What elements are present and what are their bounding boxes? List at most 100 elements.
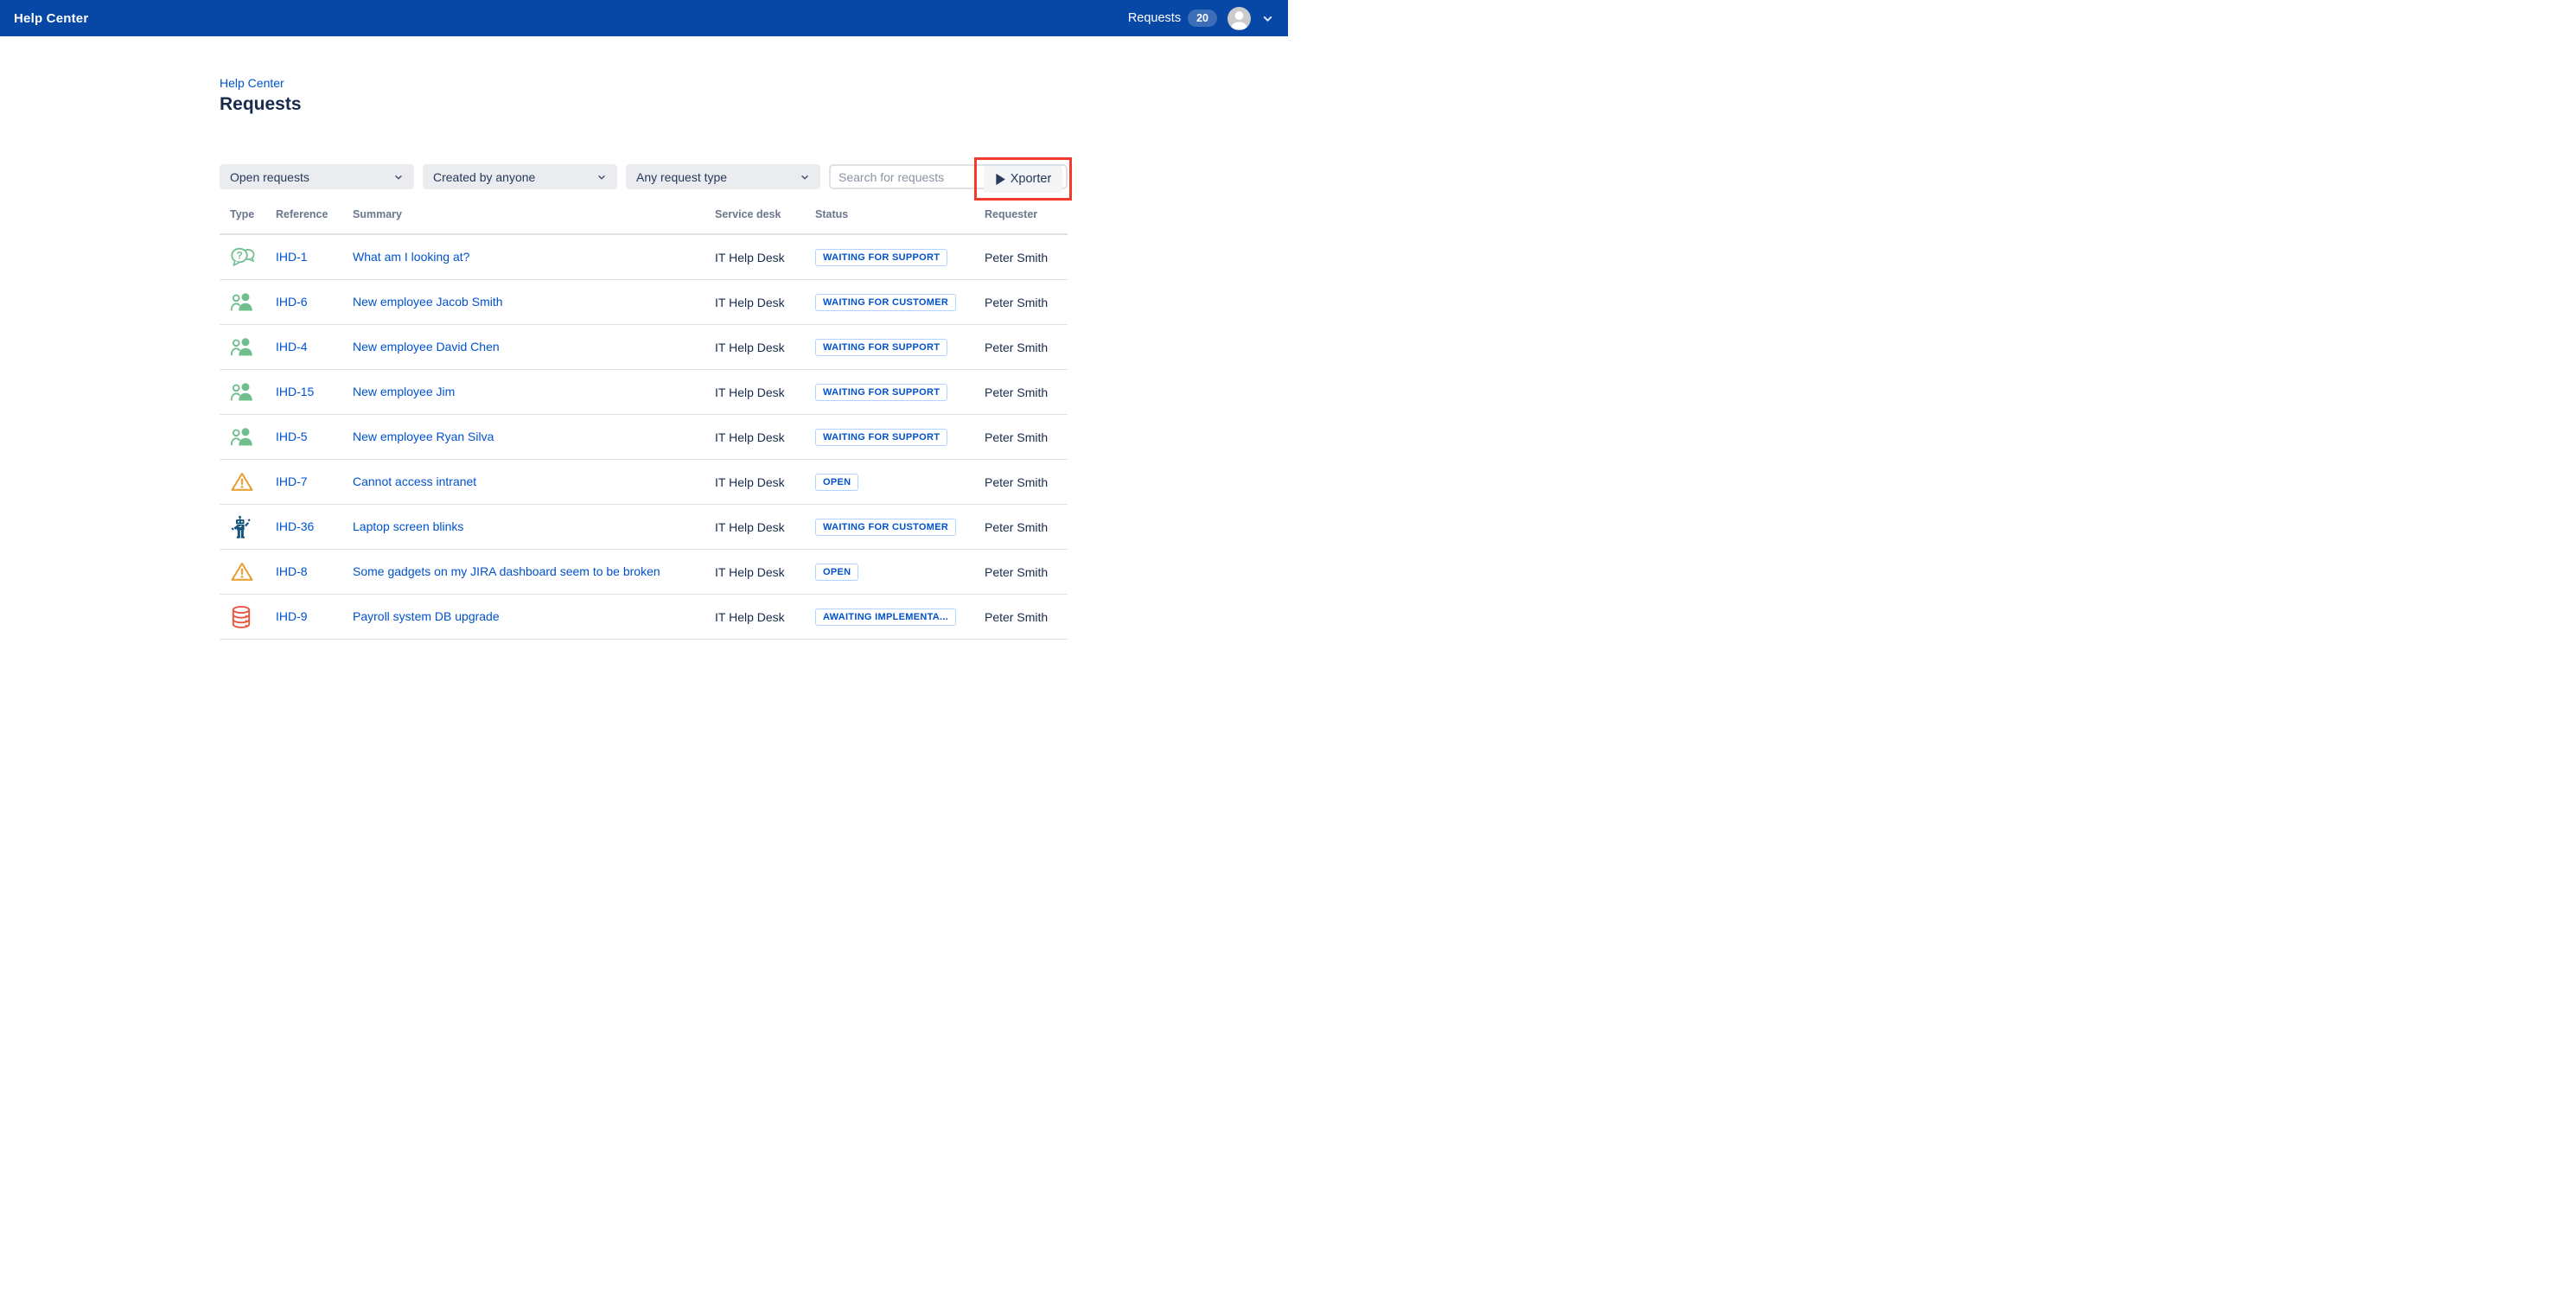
filter-bar: Open requests Created by anyone Any requ… xyxy=(220,164,1068,189)
table-row: IHD-7 Cannot access intranet IT Help Des… xyxy=(220,460,1068,505)
request-summary-link[interactable]: New employee Jacob Smith xyxy=(353,295,503,309)
help-center-home-link[interactable]: Help Center xyxy=(14,11,88,26)
column-header-service-desk: Service desk xyxy=(715,208,815,220)
profile-menu-chevron[interactable] xyxy=(1261,12,1274,25)
table-body: ? IHD-1 What am I looking at? IT Help De… xyxy=(220,235,1068,640)
status-badge: OPEN xyxy=(815,474,858,491)
creator-filter-value: Created by anyone xyxy=(433,170,535,184)
chevron-down-icon xyxy=(393,172,404,182)
status-badge: WAITING FOR CUSTOMER xyxy=(815,294,956,311)
table-header-row: Type Reference Summary Service desk Stat… xyxy=(220,207,1068,235)
service-desk-cell: IT Help Desk xyxy=(715,520,815,534)
request-summary-link[interactable]: Cannot access intranet xyxy=(353,475,476,488)
table-row: IHD-5 New employee Ryan Silva IT Help De… xyxy=(220,415,1068,460)
requester-cell: Peter Smith xyxy=(985,565,1068,579)
status-filter-dropdown[interactable]: Open requests xyxy=(220,164,414,189)
request-summary-link[interactable]: New employee David Chen xyxy=(353,340,500,354)
request-summary-link[interactable]: Some gadgets on my JIRA dashboard seem t… xyxy=(353,564,660,578)
service-desk-cell: IT Help Desk xyxy=(715,385,815,399)
status-filter-value: Open requests xyxy=(230,170,309,184)
table-row: IHD-8 Some gadgets on my JIRA dashboard … xyxy=(220,550,1068,595)
service-desk-cell: IT Help Desk xyxy=(715,430,815,444)
chevron-down-icon xyxy=(800,172,810,182)
request-type-icon-cell xyxy=(230,381,276,403)
robot-icon xyxy=(230,515,252,539)
request-reference-link[interactable]: IHD-1 xyxy=(276,250,308,264)
requests-count-badge: 20 xyxy=(1188,10,1217,27)
requests-menu-button[interactable]: Requests 20 xyxy=(1128,10,1217,27)
request-reference-link[interactable]: IHD-7 xyxy=(276,475,308,488)
requester-cell: Peter Smith xyxy=(985,385,1068,399)
column-header-reference: Reference xyxy=(276,208,353,220)
database-icon xyxy=(230,605,252,629)
request-type-filter-value: Any request type xyxy=(636,170,727,184)
chevron-down-icon xyxy=(1261,12,1274,25)
request-type-icon-cell xyxy=(230,291,276,313)
request-type-icon-cell xyxy=(230,561,276,583)
status-badge: AWAITING IMPLEMENTA... xyxy=(815,608,956,626)
svg-text:?: ? xyxy=(236,249,242,261)
breadcrumb-help-center-link[interactable]: Help Center xyxy=(220,76,284,90)
status-badge: WAITING FOR SUPPORT xyxy=(815,429,947,446)
column-header-requester: Requester xyxy=(985,208,1068,220)
request-reference-link[interactable]: IHD-8 xyxy=(276,564,308,578)
request-type-icon-cell xyxy=(230,426,276,448)
request-summary-link[interactable]: New employee Jim xyxy=(353,385,455,398)
topbar-right: Requests 20 xyxy=(1128,7,1274,30)
request-reference-link[interactable]: IHD-36 xyxy=(276,519,314,533)
request-type-icon-cell: ? xyxy=(230,246,276,269)
request-reference-link[interactable]: IHD-9 xyxy=(276,609,308,623)
service-desk-cell: IT Help Desk xyxy=(715,610,815,624)
xporter-button-label: Xporter xyxy=(1011,172,1052,186)
requester-cell: Peter Smith xyxy=(985,251,1068,264)
request-summary-link[interactable]: What am I looking at? xyxy=(353,250,469,264)
service-desk-cell: IT Help Desk xyxy=(715,296,815,309)
request-summary-link[interactable]: Payroll system DB upgrade xyxy=(353,609,500,623)
requester-cell: Peter Smith xyxy=(985,341,1068,354)
table-row: IHD-4 New employee David Chen IT Help De… xyxy=(220,325,1068,370)
page-title: Requests xyxy=(220,94,1068,115)
column-header-type: Type xyxy=(230,208,276,220)
new-employee-icon xyxy=(230,426,254,448)
table-row: IHD-6 New employee Jacob Smith IT Help D… xyxy=(220,280,1068,325)
service-desk-cell: IT Help Desk xyxy=(715,565,815,579)
requests-table: Type Reference Summary Service desk Stat… xyxy=(220,207,1068,640)
requests-label: Requests xyxy=(1128,11,1181,25)
user-avatar[interactable] xyxy=(1227,7,1251,30)
column-header-status: Status xyxy=(815,208,985,220)
status-badge: WAITING FOR SUPPORT xyxy=(815,249,947,266)
creator-filter-dropdown[interactable]: Created by anyone xyxy=(423,164,617,189)
request-type-icon-cell xyxy=(230,471,276,493)
question-icon: ? xyxy=(230,246,256,269)
service-desk-cell: IT Help Desk xyxy=(715,475,815,489)
requester-cell: Peter Smith xyxy=(985,520,1068,534)
requester-cell: Peter Smith xyxy=(985,475,1068,489)
new-employee-icon xyxy=(230,381,254,403)
requester-cell: Peter Smith xyxy=(985,610,1068,624)
annotation-highlight-box: Xporter xyxy=(974,157,1072,201)
play-icon xyxy=(995,173,1006,186)
request-reference-link[interactable]: IHD-6 xyxy=(276,295,308,309)
request-summary-link[interactable]: New employee Ryan Silva xyxy=(353,430,494,443)
request-type-icon-cell xyxy=(230,605,276,629)
request-type-icon-cell xyxy=(230,336,276,358)
request-reference-link[interactable]: IHD-5 xyxy=(276,430,308,443)
request-summary-link[interactable]: Laptop screen blinks xyxy=(353,519,463,533)
requester-cell: Peter Smith xyxy=(985,296,1068,309)
status-badge: WAITING FOR SUPPORT xyxy=(815,384,947,401)
person-icon xyxy=(1227,7,1251,30)
requester-cell: Peter Smith xyxy=(985,430,1068,444)
request-type-icon-cell xyxy=(230,515,276,539)
request-reference-link[interactable]: IHD-4 xyxy=(276,340,308,354)
request-type-filter-dropdown[interactable]: Any request type xyxy=(626,164,820,189)
status-badge: WAITING FOR SUPPORT xyxy=(815,339,947,356)
request-reference-link[interactable]: IHD-15 xyxy=(276,385,314,398)
warning-icon xyxy=(230,561,254,583)
table-row: ? IHD-1 What am I looking at? IT Help De… xyxy=(220,235,1068,280)
warning-icon xyxy=(230,471,254,493)
xporter-button[interactable]: Xporter xyxy=(984,166,1063,193)
new-employee-icon xyxy=(230,336,254,358)
column-header-summary: Summary xyxy=(353,208,715,220)
table-row: IHD-9 Payroll system DB upgrade IT Help … xyxy=(220,595,1068,640)
status-badge: WAITING FOR CUSTOMER xyxy=(815,519,956,536)
